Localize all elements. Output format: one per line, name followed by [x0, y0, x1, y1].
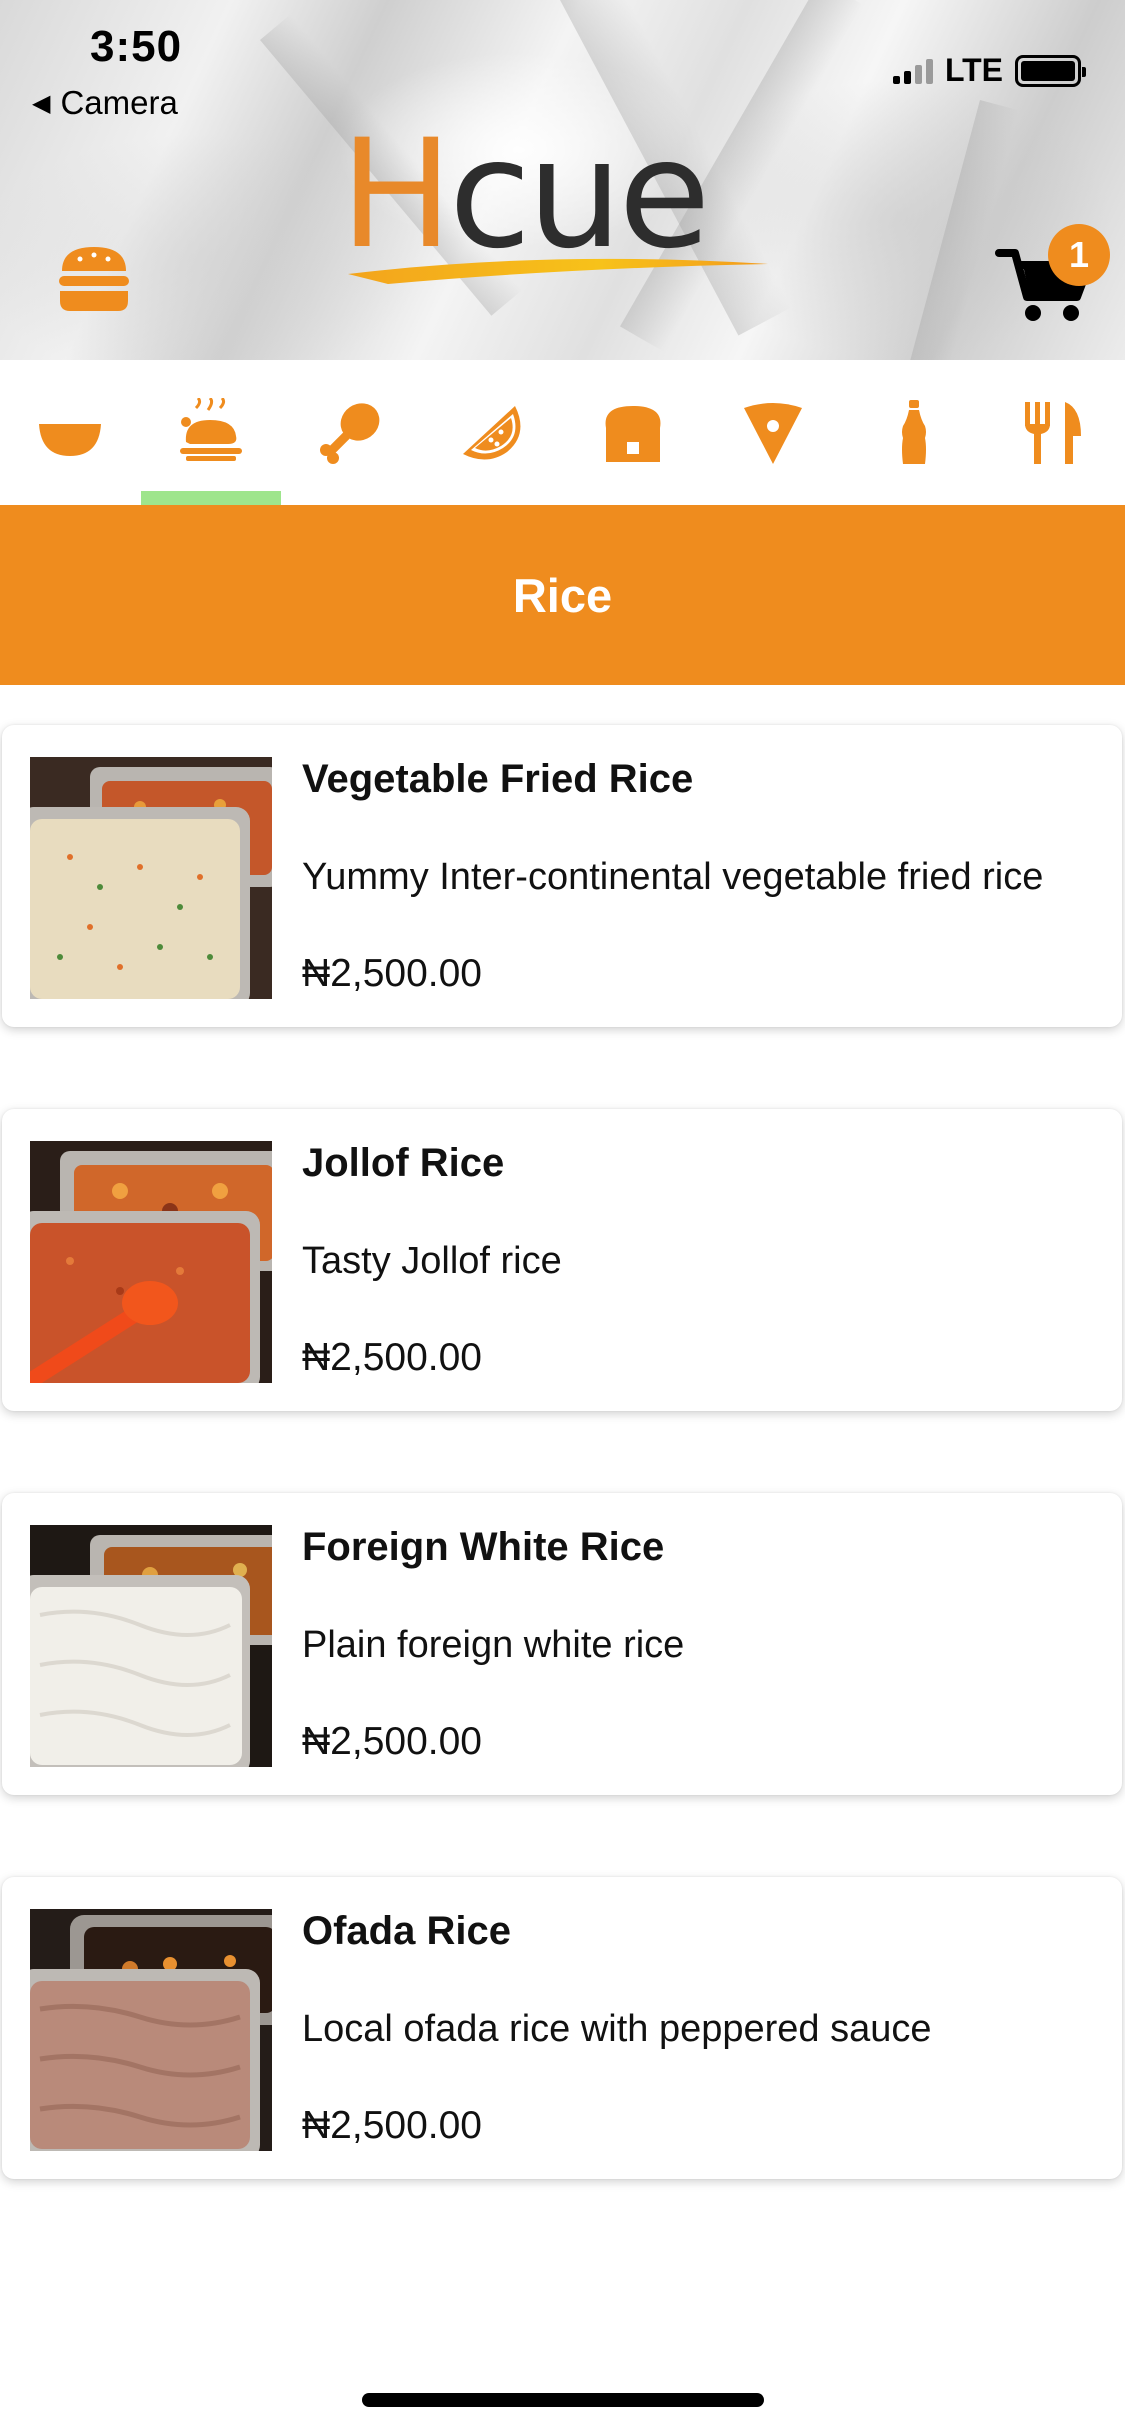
hcue-logo: Hcue	[340, 120, 800, 290]
header: 3:50 ◀ Camera LTE Hcue 1	[0, 0, 1125, 360]
tab-pizza[interactable]	[703, 360, 844, 505]
tab-chicken-leg[interactable]	[281, 360, 422, 505]
category-title: Rice	[512, 568, 613, 622]
roast-chicken-icon	[179, 397, 242, 461]
product-price: ₦2,500.00	[302, 1336, 482, 1379]
product-name: Jollof Rice	[302, 1141, 505, 1185]
signal-icon	[892, 58, 933, 84]
product-image	[30, 757, 272, 999]
status-indicators: LTE	[892, 52, 1086, 89]
product-price: ₦2,500.00	[302, 952, 482, 995]
product-info: Jollof Rice Tasty Jollof rice ₦2,500.00	[302, 1137, 1082, 1383]
tab-utensils[interactable]	[984, 360, 1125, 505]
category-tabs	[0, 360, 1125, 505]
app-screen: 3:50 ◀ Camera LTE Hcue 1 Rice Vegetable …	[0, 0, 1125, 2436]
product-card[interactable]: Vegetable Fried Rice Yummy Inter-contine…	[2, 725, 1122, 1027]
product-price: ₦2,500.00	[302, 2104, 482, 2147]
bottle-icon	[901, 399, 926, 464]
logo-swoosh	[348, 258, 768, 284]
product-image	[30, 1141, 272, 1383]
tab-watermelon[interactable]	[422, 360, 563, 505]
watermelon-icon	[463, 405, 521, 460]
product-info: Foreign White Rice Plain foreign white r…	[302, 1521, 1082, 1767]
product-card[interactable]: Foreign White Rice Plain foreign white r…	[2, 1493, 1122, 1795]
tab-bread[interactable]	[562, 360, 703, 505]
product-info: Vegetable Fried Rice Yummy Inter-contine…	[302, 753, 1082, 999]
product-name: Ofada Rice	[302, 1909, 511, 1953]
product-info: Ofada Rice Local ofada rice with peppere…	[302, 1905, 1082, 2151]
battery-icon	[1015, 54, 1086, 87]
status-time: 3:50	[90, 22, 183, 71]
chicken-leg-icon	[320, 402, 380, 464]
bowl-icon	[39, 423, 102, 456]
tab-roast-chicken[interactable]	[140, 360, 282, 505]
back-to-app-button[interactable]: ◀ Camera	[32, 84, 178, 122]
tab-drinks[interactable]	[844, 360, 985, 505]
category-banner: Rice	[0, 505, 1125, 685]
product-name: Vegetable Fried Rice	[302, 757, 694, 801]
product-image	[30, 1909, 272, 2151]
product-image	[30, 1525, 272, 1767]
fork-knife-icon	[1025, 401, 1082, 464]
back-app-label: Camera	[60, 84, 178, 121]
product-description: Local ofada rice with peppered sauce	[302, 2008, 932, 2050]
bread-icon	[605, 405, 661, 462]
product-price: ₦2,500.00	[302, 1720, 482, 1763]
network-label: LTE	[944, 52, 1003, 88]
tab-bowl[interactable]	[0, 360, 141, 505]
cart-count-badge: 1	[1048, 224, 1110, 286]
home-indicator[interactable]	[362, 2393, 764, 2407]
product-description: Yummy Inter-continental vegetable fried …	[302, 856, 1044, 898]
back-triangle-icon: ◀	[32, 89, 51, 117]
product-description: Tasty Jollof rice	[302, 1240, 562, 1282]
product-card[interactable]: Jollof Rice Tasty Jollof rice ₦2,500.00	[2, 1109, 1122, 1411]
pizza-slice-icon	[744, 402, 803, 464]
product-name: Foreign White Rice	[302, 1525, 665, 1569]
burger-menu-icon[interactable]	[56, 245, 132, 313]
product-card[interactable]: Ofada Rice Local ofada rice with peppere…	[2, 1877, 1122, 2179]
product-description: Plain foreign white rice	[302, 1624, 685, 1666]
